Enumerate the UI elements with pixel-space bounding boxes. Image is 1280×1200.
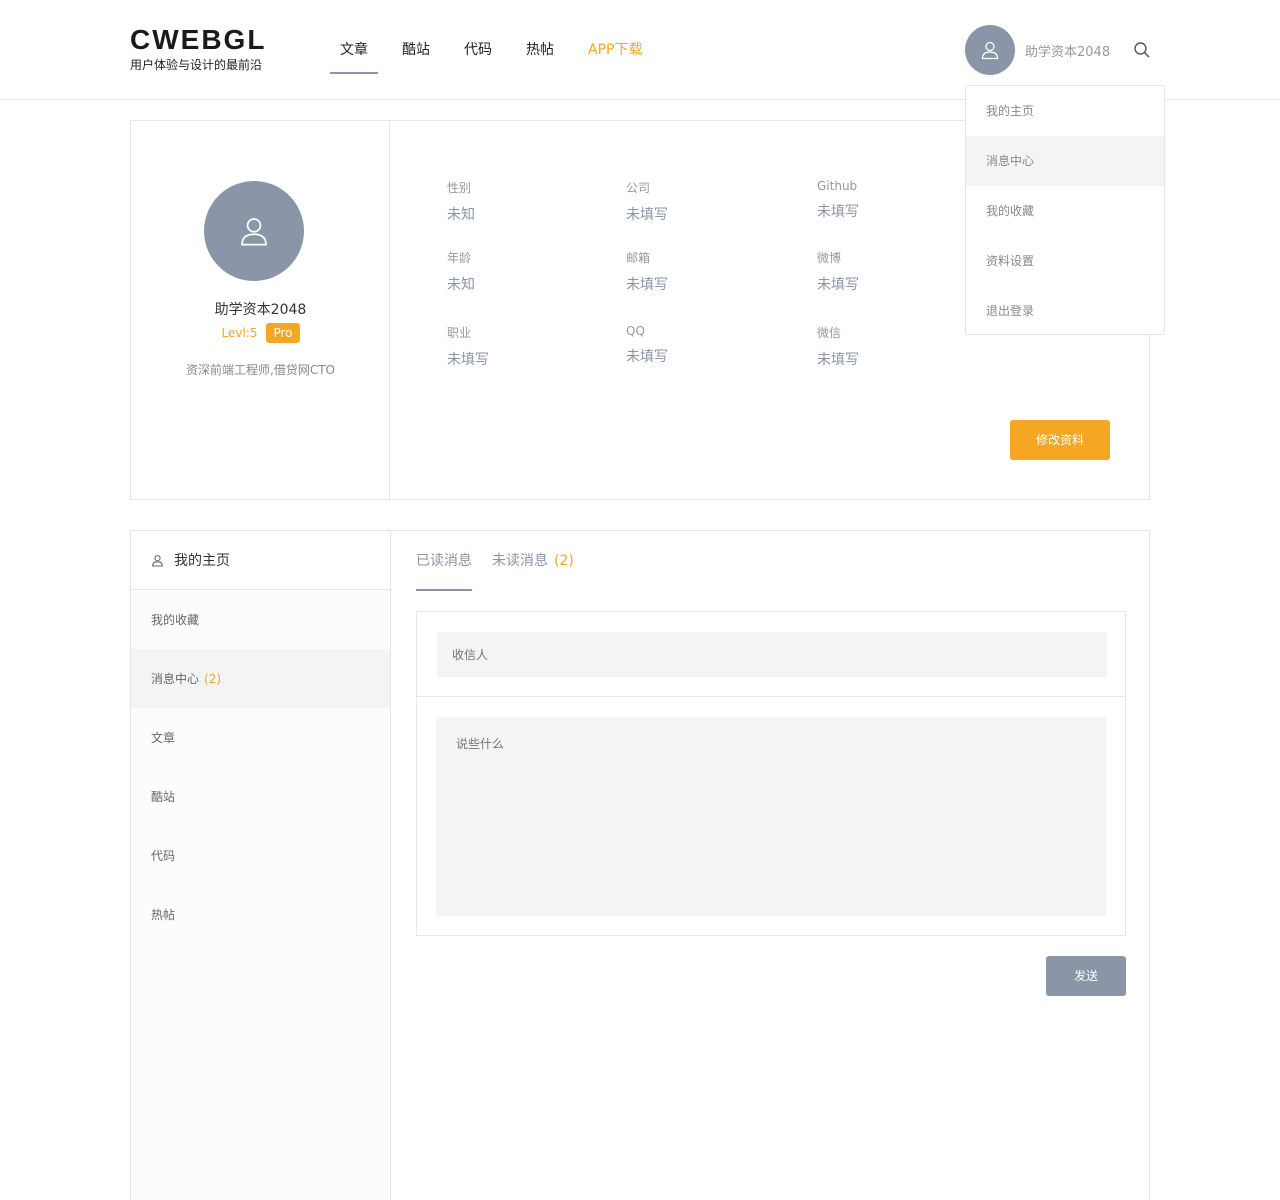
field-label: 年龄 xyxy=(447,251,472,265)
profile-name: 助学资本2048 xyxy=(214,302,307,318)
field-github: Github 未填写 xyxy=(817,179,859,221)
nav-code[interactable]: 代码 xyxy=(464,0,492,100)
tab-read-messages[interactable]: 已读消息 xyxy=(416,531,472,591)
sidebar-item-articles[interactable]: 文章 xyxy=(131,708,390,767)
logo-title: CWEBGL xyxy=(130,24,267,55)
sidebar-item-label: 酷站 xyxy=(151,790,176,804)
sidebar-title: 我的主页 xyxy=(174,553,230,569)
field-value: 未填写 xyxy=(817,277,859,293)
field-label: 性别 xyxy=(447,181,472,195)
edit-profile-button[interactable]: 修改资料 xyxy=(1010,420,1110,460)
nav-articles[interactable]: 文章 xyxy=(330,0,378,100)
field-value: 未填写 xyxy=(626,207,668,223)
field-email: 邮箱 未填写 xyxy=(626,249,668,294)
messages-panel: 我的主页 我的收藏 消息中心 (2) 文章 酷站 代码 热帖 已读消息 未读消息… xyxy=(130,530,1150,1200)
field-value: 未知 xyxy=(447,207,475,223)
logo-subtitle: 用户体验与设计的最前沿 xyxy=(130,58,263,72)
field-value: 未填写 xyxy=(817,204,859,220)
user-icon xyxy=(981,41,999,60)
message-tabs: 已读消息 未读消息 (2) xyxy=(416,531,594,591)
field-label: QQ xyxy=(626,324,645,338)
form-divider xyxy=(417,696,1125,697)
dropdown-logout[interactable]: 退出登录 xyxy=(966,286,1164,336)
field-company: 公司 未填写 xyxy=(626,179,668,224)
compose-form xyxy=(416,611,1126,936)
tab-label: 已读消息 xyxy=(416,553,472,569)
field-label: 微信 xyxy=(817,326,842,340)
field-label: Github xyxy=(817,179,858,193)
user-icon xyxy=(241,218,267,246)
sidebar-item-cool-sites[interactable]: 酷站 xyxy=(131,767,390,826)
user-dropdown-menu: 我的主页 消息中心 我的收藏 资料设置 退出登录 xyxy=(965,85,1165,335)
field-label: 邮箱 xyxy=(626,251,651,265)
field-wechat: 微信 未填写 xyxy=(817,324,859,369)
dropdown-profile-settings[interactable]: 资料设置 xyxy=(966,236,1164,286)
main-nav: 文章 酷站 代码 热帖 APP下载 xyxy=(330,0,676,100)
field-value: 未知 xyxy=(447,277,475,293)
user-icon xyxy=(152,554,163,567)
dropdown-message-center[interactable]: 消息中心 xyxy=(966,136,1164,186)
nav-hot-posts[interactable]: 热帖 xyxy=(526,0,554,100)
sidebar-item-messages[interactable]: 消息中心 (2) xyxy=(131,649,390,708)
level-text: Levl:5 xyxy=(221,326,258,340)
sidebar: 我的主页 我的收藏 消息中心 (2) 文章 酷站 代码 热帖 xyxy=(131,531,391,1200)
profile-description: 资深前端工程师,借贷网CTO xyxy=(186,363,335,377)
nav-app-download[interactable]: APP下载 xyxy=(588,0,642,100)
sidebar-item-label: 我的收藏 xyxy=(151,613,200,627)
logo[interactable]: CWEBGL 用户体验与设计的最前沿 xyxy=(130,24,267,73)
field-label: 公司 xyxy=(626,181,651,195)
dropdown-favorites[interactable]: 我的收藏 xyxy=(966,186,1164,236)
sidebar-item-hot-posts[interactable]: 热帖 xyxy=(131,885,390,944)
message-textarea[interactable] xyxy=(436,717,1106,916)
dropdown-my-home[interactable]: 我的主页 xyxy=(966,86,1164,136)
header-username[interactable]: 助学资本2048 xyxy=(1025,41,1110,60)
sidebar-item-label: 文章 xyxy=(151,731,176,745)
field-occupation: 职业 未填写 xyxy=(447,324,489,369)
profile-avatar xyxy=(204,181,304,281)
field-value: 未填写 xyxy=(817,352,859,368)
unread-count: (2) xyxy=(554,553,574,569)
field-label: 职业 xyxy=(447,326,472,340)
pro-badge: Pro xyxy=(266,323,300,343)
field-label: 微博 xyxy=(817,251,842,265)
field-weibo: 微博 未填写 xyxy=(817,249,859,294)
unread-count: (2) xyxy=(204,671,222,686)
sidebar-item-favorites[interactable]: 我的收藏 xyxy=(131,590,390,649)
sidebar-item-label: 消息中心 xyxy=(151,672,200,686)
profile-summary: 助学资本2048 Levl:5 Pro 资深前端工程师,借贷网CTO xyxy=(131,121,390,499)
field-value: 未填写 xyxy=(626,349,668,365)
sidebar-header[interactable]: 我的主页 xyxy=(131,531,390,590)
tab-label: 未读消息 xyxy=(492,553,548,569)
sidebar-item-label: 代码 xyxy=(151,849,176,863)
sidebar-item-code[interactable]: 代码 xyxy=(131,826,390,885)
field-age: 年龄 未知 xyxy=(447,249,475,294)
field-value: 未填写 xyxy=(626,277,668,293)
header-avatar[interactable] xyxy=(965,25,1015,75)
field-qq: QQ 未填写 xyxy=(626,324,668,366)
tab-unread-messages[interactable]: 未读消息 (2) xyxy=(492,531,574,591)
recipient-input[interactable] xyxy=(437,632,1107,677)
nav-cool-sites[interactable]: 酷站 xyxy=(402,0,430,100)
field-value: 未填写 xyxy=(447,352,489,368)
sidebar-item-label: 热帖 xyxy=(151,908,176,922)
send-button[interactable]: 发送 xyxy=(1046,956,1126,996)
search-icon[interactable] xyxy=(1132,40,1152,60)
level-row: Levl:5 Pro xyxy=(131,323,390,343)
field-gender: 性别 未知 xyxy=(447,179,475,224)
